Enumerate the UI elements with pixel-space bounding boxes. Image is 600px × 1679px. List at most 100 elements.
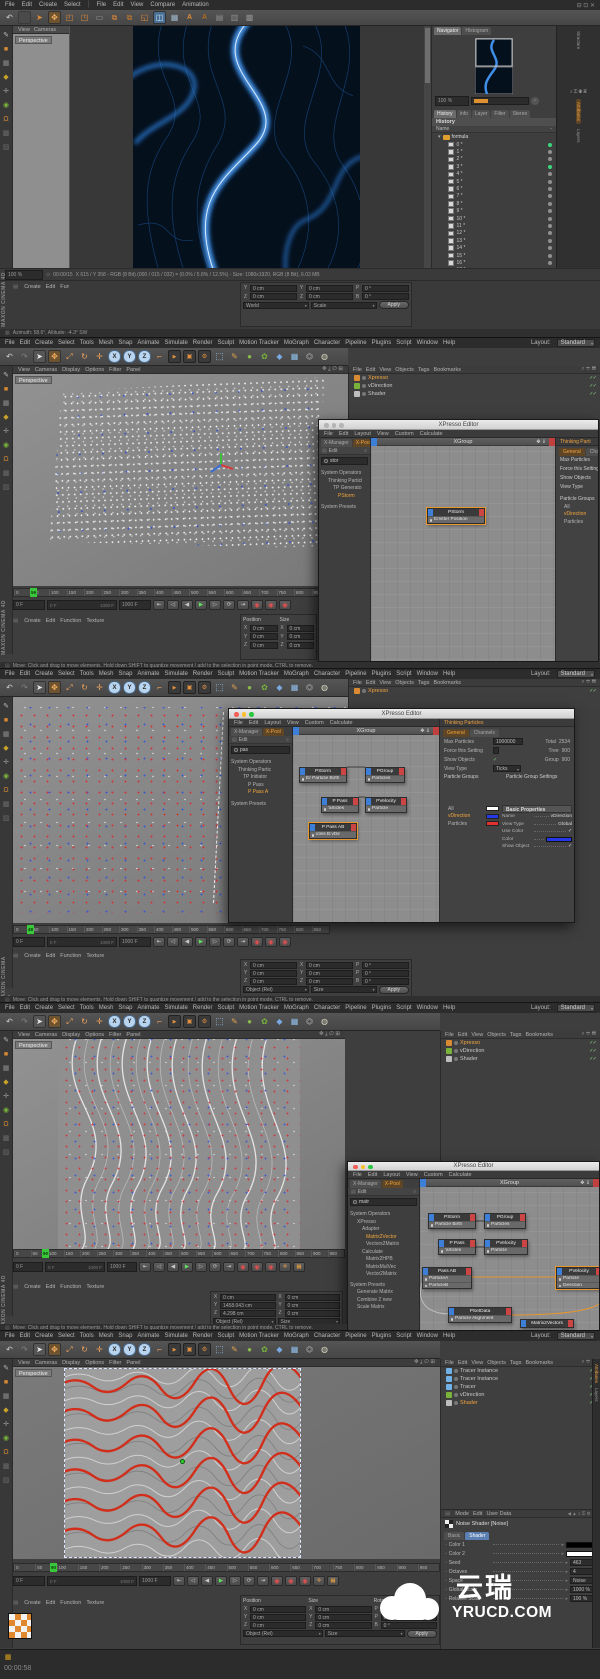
- object-manager-menu-item[interactable]: Tags: [418, 680, 430, 686]
- zoom-reset-button[interactable]: ◦: [531, 97, 539, 105]
- camera-icon[interactable]: ⏣: [303, 350, 316, 363]
- add-cube-icon[interactable]: ⬚: [213, 1343, 226, 1356]
- redo-icon[interactable]: ↷: [18, 1015, 31, 1028]
- history-row[interactable]: 1 *: [432, 148, 556, 155]
- pool-edit-menu[interactable]: Edit: [239, 737, 248, 743]
- record-keyframe-button[interactable]: ◉: [265, 937, 277, 947]
- object-row[interactable]: vDirection ✓ ✓: [441, 1391, 600, 1399]
- menu-item[interactable]: File: [5, 1333, 15, 1339]
- setting-color-swatch[interactable]: [546, 836, 572, 842]
- history-row[interactable]: 5 *: [432, 178, 556, 185]
- coordinate-field[interactable]: 0 cm: [250, 293, 297, 301]
- node-canvas[interactable]: XGroup ✥ ⇓ PStorm Particle Birth PGroup P…: [420, 1179, 599, 1330]
- menu-item[interactable]: File: [5, 1005, 15, 1011]
- menu-item[interactable]: Pipeline: [345, 1005, 366, 1011]
- xgroup-header[interactable]: XGroup ✥ ⇓: [420, 1179, 599, 1187]
- rotate-tool-icon[interactable]: ↻: [78, 1343, 91, 1356]
- axis-tool-icon[interactable]: ✛: [1, 87, 11, 97]
- shader-property-row[interactable]: ◦ Color 2 ▸: [441, 1549, 600, 1558]
- coordinate-field[interactable]: 0 cm: [315, 1605, 372, 1613]
- panel-menu-icon[interactable]: ▤: [445, 1511, 450, 1517]
- menu-item[interactable]: Character: [314, 1005, 340, 1011]
- z-axis-lock-icon[interactable]: Z: [138, 1015, 151, 1028]
- simulate-icon[interactable]: ▦: [288, 350, 301, 363]
- object-manager-menu-item[interactable]: View: [379, 680, 391, 686]
- viewport-menu-item[interactable]: Filter: [109, 367, 121, 373]
- pool-tree-item[interactable]: TP Generato: [321, 485, 368, 493]
- object-manager-menu-item[interactable]: Tags: [418, 367, 430, 373]
- coordinate-field[interactable]: 0 cm: [250, 977, 297, 985]
- layout-1-icon[interactable]: ▤: [213, 11, 226, 24]
- menu-item[interactable]: Sculpt: [217, 340, 234, 346]
- pen-tool-icon[interactable]: ✎: [228, 350, 241, 363]
- xpresso-node[interactable]: PVelocity Particle Direction: [555, 1266, 599, 1290]
- cameras-menu[interactable]: Cameras: [34, 27, 56, 33]
- viewport[interactable]: [13, 374, 348, 586]
- material-menu-item[interactable]: Create: [24, 1284, 41, 1290]
- pool-edit-menu[interactable]: Edit: [358, 1189, 367, 1195]
- scale-tool-icon[interactable]: ⤢: [63, 681, 76, 694]
- rotate-tool-icon[interactable]: ↻: [78, 1015, 91, 1028]
- history-tab[interactable]: Info: [456, 110, 471, 118]
- menu-item[interactable]: Window: [417, 1005, 438, 1011]
- menu-item[interactable]: Window: [417, 1333, 438, 1339]
- coordinate-field[interactable]: 0 °: [362, 293, 409, 301]
- pool-tree-item[interactable]: Generate Matrix: [350, 1289, 417, 1297]
- menu-item[interactable]: Select: [64, 2, 81, 8]
- xpresso-editor-window[interactable]: XPresso Editor File Edit Layout View Custom C…: [228, 708, 575, 923]
- xpresso-node[interactable]: P Pass 'articles: [438, 1239, 476, 1255]
- add-cube-icon[interactable]: ⬚: [213, 1015, 226, 1028]
- quantize-icon[interactable]: ▩: [1, 800, 11, 810]
- coordinate-field[interactable]: 0 °: [362, 284, 409, 292]
- viewport[interactable]: [13, 1367, 440, 1559]
- scale-tool-icon[interactable]: ⤢: [63, 1343, 76, 1356]
- show-objects-check[interactable]: ✓: [493, 757, 497, 763]
- menu-item[interactable]: File: [5, 671, 15, 677]
- window-title[interactable]: XPresso Editor: [229, 709, 574, 719]
- material-menu-item[interactable]: Edit: [46, 618, 55, 624]
- light-icon[interactable]: ◍: [318, 1343, 331, 1356]
- coordinate-field[interactable]: 0 cm: [284, 1301, 340, 1309]
- menu-item[interactable]: Snap: [118, 340, 132, 346]
- z-axis-lock-icon[interactable]: Z: [138, 681, 151, 694]
- xgroup-header[interactable]: XGroup ✥ ⇓: [371, 438, 555, 446]
- history-enable-dot[interactable]: [548, 194, 552, 199]
- group-setting-row[interactable]: Color: [502, 836, 572, 844]
- pen-tool-icon[interactable]: ✎: [228, 681, 241, 694]
- menu-item[interactable]: Plugins: [372, 671, 392, 677]
- subdivision-surface-icon[interactable]: ●: [243, 350, 256, 363]
- shader-tab[interactable]: Shader: [465, 1532, 490, 1540]
- pool-edit-menu[interactable]: Edit: [329, 448, 338, 454]
- xpresso-node[interactable]: PStorm Er Particle Birth: [299, 767, 347, 783]
- object-manager-menu-item[interactable]: View: [471, 1032, 483, 1038]
- goto-start-button[interactable]: ⇤: [139, 1262, 151, 1272]
- menu-item[interactable]: File: [5, 340, 15, 346]
- history-enable-dot[interactable]: [548, 260, 552, 265]
- apply-button[interactable]: Apply: [378, 985, 410, 994]
- add-cube-icon[interactable]: ⬚: [213, 350, 226, 363]
- volume-icon[interactable]: ◆: [273, 350, 286, 363]
- view-type-dropdown[interactable]: Ticks: [493, 765, 521, 773]
- history-enable-dot[interactable]: [548, 172, 552, 177]
- playhead[interactable]: 48: [27, 925, 35, 934]
- menu-item[interactable]: Character: [314, 340, 340, 346]
- history-row[interactable]: 7 *: [432, 193, 556, 200]
- panel-menu-icon[interactable]: ▤: [13, 1600, 18, 1606]
- pool-tab[interactable]: X-Manager: [321, 439, 352, 447]
- object-row[interactable]: vDirection ✓ ✓: [441, 1047, 600, 1055]
- force-setting-checkbox[interactable]: [493, 747, 499, 754]
- setting-value[interactable]: ✓: [568, 829, 572, 834]
- menu-item[interactable]: Tools: [80, 1005, 94, 1011]
- redo-icon[interactable]: ↷: [18, 681, 31, 694]
- coordinate-field[interactable]: 0 °: [362, 961, 409, 969]
- menu-item[interactable]: Select: [58, 1333, 75, 1339]
- coordinate-field[interactable]: 0 cm: [250, 1613, 307, 1621]
- frame-range-slider[interactable]: 0 F 1000 F: [45, 1262, 105, 1272]
- current-frame-field[interactable]: 0 F: [13, 1262, 43, 1272]
- menu-item[interactable]: File: [96, 2, 106, 8]
- node-port-row[interactable]: 'articles: [439, 1247, 475, 1254]
- end-frame-field[interactable]: 1000 F: [139, 1576, 171, 1586]
- viewport-menu-item[interactable]: Options: [85, 1032, 104, 1038]
- history-row[interactable]: 16 *: [432, 259, 556, 266]
- viewport-menu-item[interactable]: Filter: [109, 1032, 121, 1038]
